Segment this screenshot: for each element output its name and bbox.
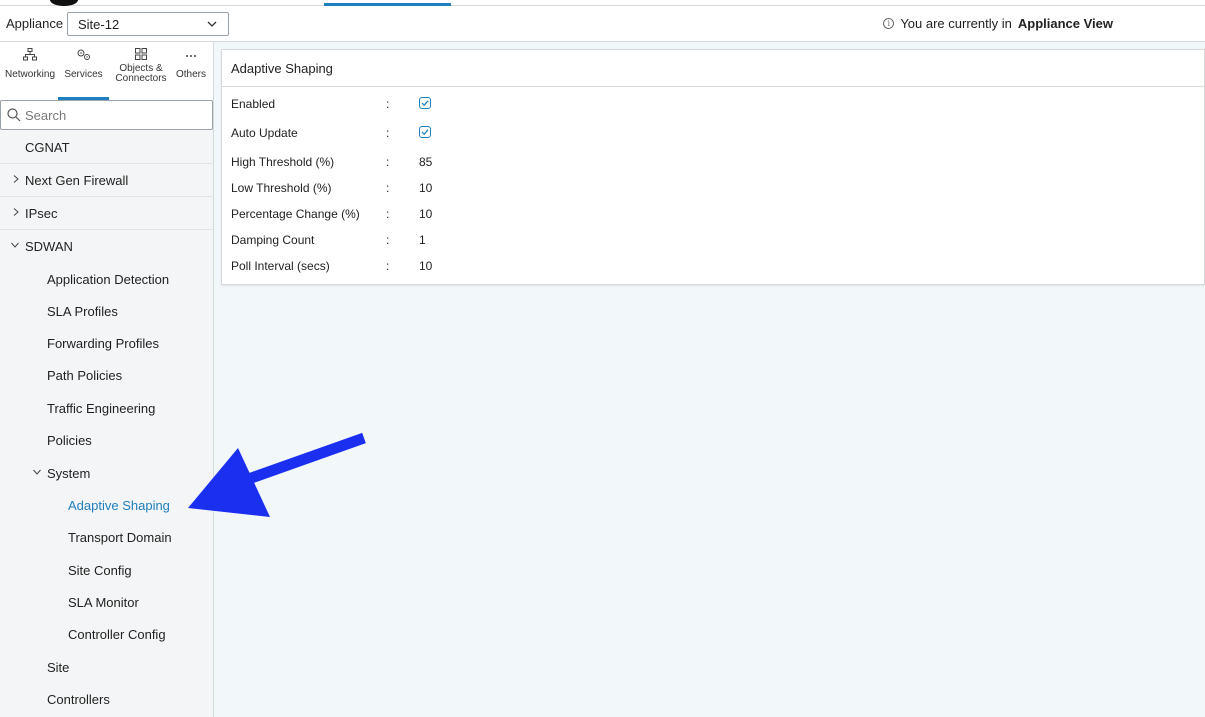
field-percentage-change: Percentage Change (%) : 10 [222,201,1205,227]
checkmark-icon [421,129,429,136]
field-label: Poll Interval (secs) [231,259,330,273]
tab-others-label: Others [175,69,206,80]
field-enabled: Enabled : [222,91,1205,117]
tab-networking-label: Networking [4,69,56,80]
sidebar-item-label: SLA Monitor [68,595,139,610]
annotation-arrow-icon [188,432,366,517]
field-label: High Threshold (%) [231,155,335,169]
panel-title: Adaptive Shaping [231,61,333,76]
sidebar-item-label: Next Gen Firewall [25,173,129,188]
chevron-down-icon [11,242,19,248]
field-separator: : [386,233,390,247]
sidebar-item-application-detection[interactable]: Application Detection [0,263,213,295]
chevron-down-icon [33,469,41,475]
sidebar-item-label: CGNAT [25,140,70,155]
sidebar-item-label: IPsec [25,206,58,221]
checkmark-icon [421,100,429,107]
damping-count-value: 1 [419,233,426,247]
sidebar-item-forwarding-profiles[interactable]: Forwarding Profiles [0,327,213,359]
sidebar-item-label: Controller Config [68,627,166,642]
sidebar-item-label: Site Config [68,563,132,578]
sidebar-item-next-gen-firewall[interactable]: Next Gen Firewall [0,164,213,197]
field-label: Auto Update [231,126,298,140]
sidebar-search[interactable] [0,100,213,130]
field-separator: : [386,259,390,273]
sidebar-item-label: Transport Domain [68,530,172,545]
sidebar-item-cgnat[interactable]: CGNAT [0,131,213,164]
grid-icon [110,48,172,62]
view-info: i You are currently in Appliance View [883,16,1113,31]
field-label: Enabled [231,97,276,111]
field-separator: : [386,155,390,169]
appliance-label: Appliance [6,16,64,31]
sidebar-item-site-config[interactable]: Site Config [0,554,213,586]
auto-update-checkbox[interactable] [419,126,431,138]
site-select-value: Site-12 [78,17,120,32]
sidebar-item-ipsec[interactable]: IPsec [0,197,213,230]
sidebar-item-label: Adaptive Shaping [68,498,170,513]
field-label: Damping Count [231,233,315,247]
sidebar-item-controller-config[interactable]: Controller Config [0,618,213,651]
enabled-checkbox[interactable] [419,97,431,109]
percentage-change-value: 10 [419,207,433,221]
tab-services[interactable]: Services [58,42,109,100]
main-content: Adaptive Shaping Enabled : Auto Update :… [214,42,1205,717]
sidebar-item-traffic-engineering[interactable]: Traffic Engineering [0,392,213,424]
sidebar-item-label: Controllers [47,692,110,707]
search-input[interactable] [25,106,205,124]
sidebar-item-sla-profiles[interactable]: SLA Profiles [0,295,213,327]
sidebar-item-label: SDWAN [25,239,73,254]
sidebar-item-sdwan[interactable]: SDWAN [0,230,213,263]
sidebar-item-label: Path Policies [47,368,123,383]
field-label: Low Threshold (%) [231,181,332,195]
field-auto-update: Auto Update : [222,120,1205,146]
sidebar-item-sla-monitor[interactable]: SLA Monitor [0,586,213,618]
more-icon [172,48,210,62]
sidebar-item-site[interactable]: Site [0,651,213,683]
sidebar-item-transport-domain[interactable]: Transport Domain [0,521,213,554]
sidebar-item-controllers[interactable]: Controllers [0,683,213,715]
view-info-prefix: You are currently in [900,16,1012,31]
field-poll-interval: Poll Interval (secs) : 10 [222,253,1205,279]
field-separator: : [386,207,390,221]
chevron-down-icon [207,21,217,27]
field-separator: : [386,126,390,140]
field-separator: : [386,181,390,195]
gears-icon [58,48,109,62]
chevron-right-icon [13,175,19,183]
tab-others[interactable]: Others [172,42,210,100]
info-icon: i [883,18,895,29]
poll-interval-value: 10 [419,259,433,273]
sidebar-item-label: Site [47,660,70,675]
appliance-bar: Appliance Site-12 i You are currently in… [0,6,1205,42]
sidebar-item-label: SLA Profiles [47,304,118,319]
sidebar-tree: CGNAT Next Gen Firewall IPsec SDWAN Appl… [0,131,213,715]
sidebar-item-label: Forwarding Profiles [47,336,159,351]
sidebar-item-label: Traffic Engineering [47,401,156,416]
tab-services-label: Services [64,69,103,80]
sidebar-item-label: Policies [47,433,92,448]
low-threshold-value: 10 [419,181,433,195]
tab-objects-connectors[interactable]: Objects & Connectors [110,42,172,100]
field-low-threshold: Low Threshold (%) : 10 [222,175,1205,201]
panel-divider [222,86,1205,87]
field-high-threshold: High Threshold (%) : 85 [222,149,1205,175]
field-damping-count: Damping Count : 1 [222,227,1205,253]
adaptive-shaping-panel: Adaptive Shaping Enabled : Auto Update :… [221,49,1205,285]
field-label: Percentage Change (%) [231,207,360,221]
site-select[interactable]: Site-12 [67,12,229,36]
tab-objects-connectors-label: Objects & Connectors [115,63,167,84]
network-icon [2,48,58,62]
search-icon [7,108,21,122]
high-threshold-value: 85 [419,155,433,169]
sidebar-item-label: System [47,466,91,481]
field-separator: : [386,97,390,111]
tab-networking[interactable]: Networking [2,42,58,100]
view-info-mode: Appliance View [1017,16,1113,31]
sidebar-nav-tabs: Networking Services Objects & Connectors… [0,42,213,100]
chevron-right-icon [13,208,19,216]
sidebar-item-path-policies[interactable]: Path Policies [0,359,213,392]
sidebar: Networking Services Objects & Connectors… [0,42,214,717]
sidebar-item-label: Application Detection [47,272,170,287]
